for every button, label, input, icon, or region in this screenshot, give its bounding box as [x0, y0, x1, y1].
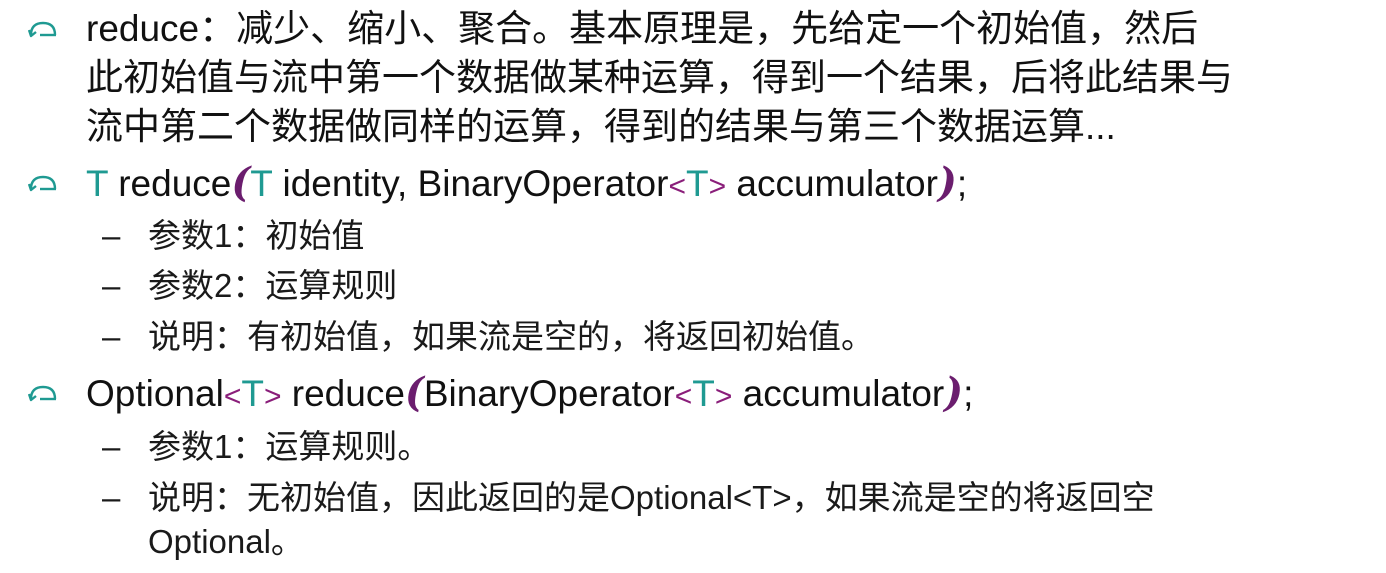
- return-type: Optional: [86, 373, 224, 414]
- generic-type: T: [692, 373, 715, 414]
- method-name: reduce: [107, 163, 232, 204]
- text-line: reduce：减少、缩小、聚合。基本原理是，先给定一个初始值，然后: [86, 8, 1199, 49]
- param-type: T: [250, 163, 273, 204]
- sub-bullet-text: 参数2：运算规则: [148, 267, 398, 304]
- left-paren: (: [231, 159, 251, 206]
- bullet-reduce-identity-signature: T reduce(T identity, BinaryOperator<T> a…: [28, 158, 968, 211]
- sub-bullet: – 说明：有初始值，如果流是空的，将返回初始值。: [102, 315, 874, 359]
- sub-bullet: – 参数2：运算规则: [102, 264, 398, 308]
- angle-open: <: [674, 380, 693, 413]
- bullet-reduce-optional-signature: Optional<T> reduce(BinaryOperator<T> acc…: [28, 368, 974, 421]
- semicolon: ;: [956, 163, 968, 204]
- curved-arrow-bullet-icon: [28, 21, 57, 38]
- angle-close: >: [263, 380, 282, 413]
- bullet-reduce-description: reduce：减少、缩小、聚合。基本原理是，先给定一个初始值，然后 此初始值与流…: [28, 4, 1233, 151]
- sub-bullet-text: 参数1：运算规则。: [148, 428, 431, 465]
- text-line: 流中第二个数据做同样的运算，得到的结果与第三个数据运算...: [86, 106, 1116, 147]
- param-type: BinaryOperator: [423, 373, 675, 414]
- sub-bullet-text: 说明：无初始值，因此返回的是Optional<T>，如果流是空的将返回空: [148, 479, 1155, 516]
- dash-marker: –: [102, 428, 121, 465]
- sub-bullet: – 参数1：初始值: [102, 214, 365, 258]
- method-name: reduce: [281, 373, 405, 414]
- angle-close: >: [714, 380, 733, 413]
- curved-arrow-bullet-icon: [28, 175, 57, 192]
- curved-arrow-bullet-icon: [28, 385, 57, 402]
- angle-open: <: [223, 380, 242, 413]
- right-paren: ): [944, 369, 964, 416]
- dash-marker: –: [102, 217, 121, 254]
- sub-bullet: – 参数1：运算规则。: [102, 425, 431, 469]
- dash-marker: –: [102, 267, 121, 304]
- left-paren: (: [404, 369, 424, 416]
- sub-bullet-text: Optional。: [148, 523, 304, 560]
- angle-open: <: [668, 170, 686, 203]
- return-type: T: [86, 163, 108, 204]
- param-text: accumulator: [732, 373, 945, 414]
- generic-type: T: [241, 373, 264, 414]
- angle-close: >: [708, 170, 727, 203]
- dash-marker: –: [102, 318, 121, 355]
- generic-type: T: [685, 163, 709, 204]
- param-text: identity, BinaryOperator: [272, 163, 669, 204]
- text-line: 此初始值与流中第一个数据做某种运算，得到一个结果，后将此结果与: [86, 57, 1233, 98]
- param-text: accumulator: [726, 163, 938, 204]
- right-paren: ): [937, 159, 957, 206]
- semicolon: ;: [963, 373, 974, 414]
- slide-content: reduce：减少、缩小、聚合。基本原理是，先给定一个初始值，然后 此初始值与流…: [0, 0, 1386, 573]
- sub-bullet-text: 参数1：初始值: [148, 217, 365, 254]
- sub-bullet: – 说明：无初始值，因此返回的是Optional<T>，如果流是空的将返回空 O…: [102, 476, 1155, 564]
- sub-bullet-text: 说明：有初始值，如果流是空的，将返回初始值。: [148, 318, 874, 355]
- dash-marker: –: [102, 479, 121, 516]
